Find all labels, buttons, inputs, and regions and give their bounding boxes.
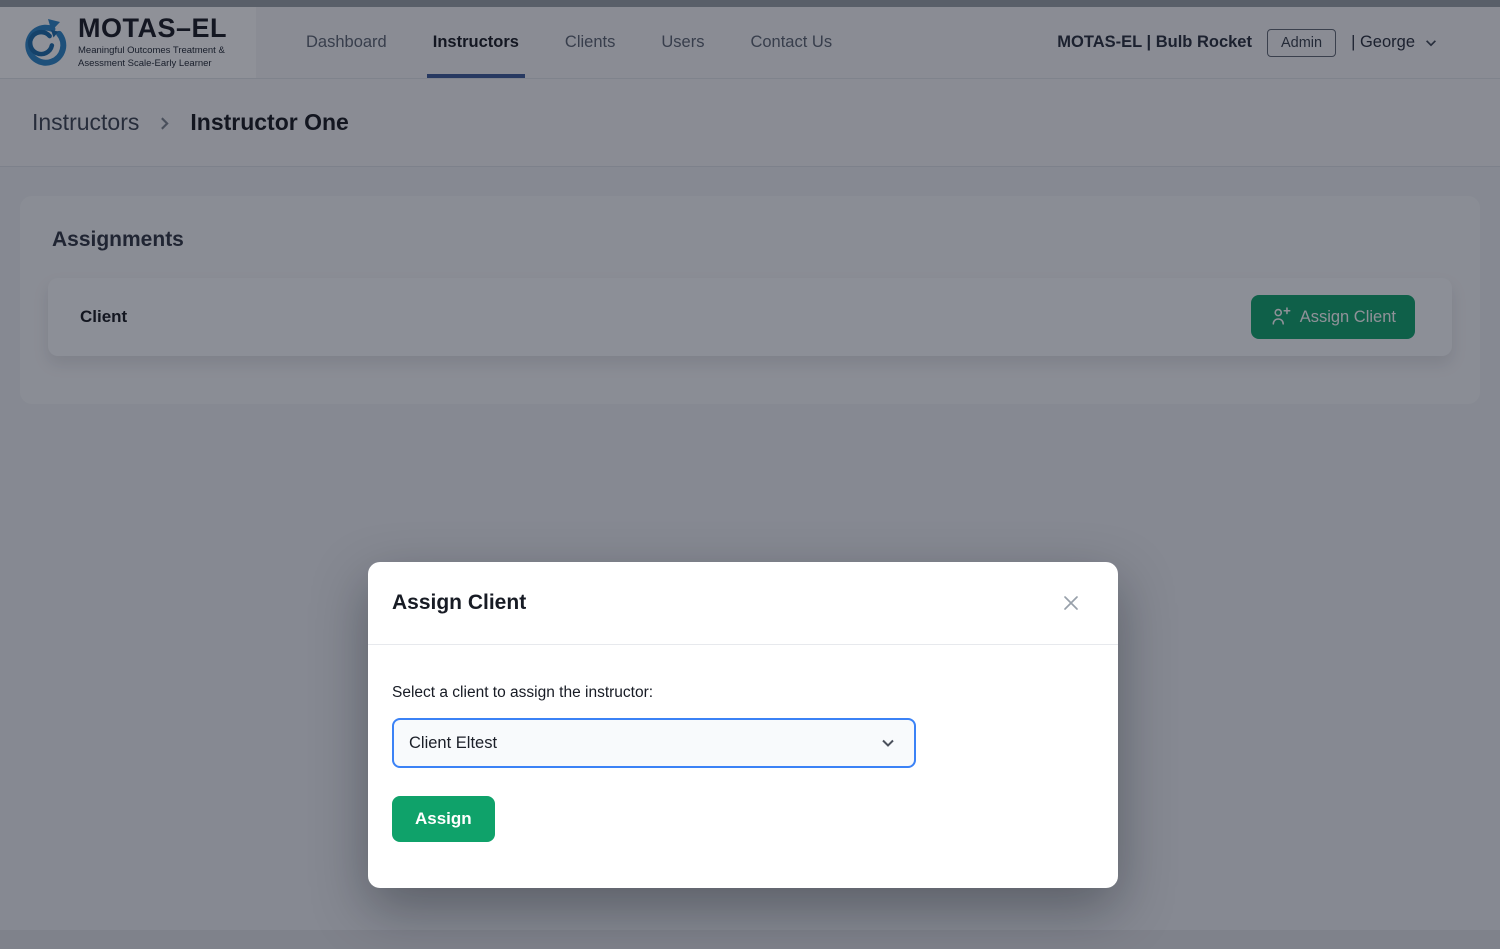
- client-select-label: Select a client to assign the instructor…: [392, 684, 1094, 702]
- client-select-dropdown[interactable]: Client Eltest: [392, 718, 916, 768]
- modal-close-button[interactable]: [1057, 589, 1085, 617]
- client-select-value: Client Eltest: [409, 734, 497, 753]
- modal-title: Assign Client: [392, 591, 526, 615]
- modal-body: Select a client to assign the instructor…: [368, 645, 1118, 866]
- chevron-down-icon: [880, 735, 896, 751]
- assign-submit-button[interactable]: Assign: [392, 796, 495, 842]
- close-icon: [1061, 593, 1081, 613]
- modal-header: Assign Client: [368, 562, 1118, 645]
- assign-client-modal: Assign Client Select a client to assign …: [368, 562, 1118, 888]
